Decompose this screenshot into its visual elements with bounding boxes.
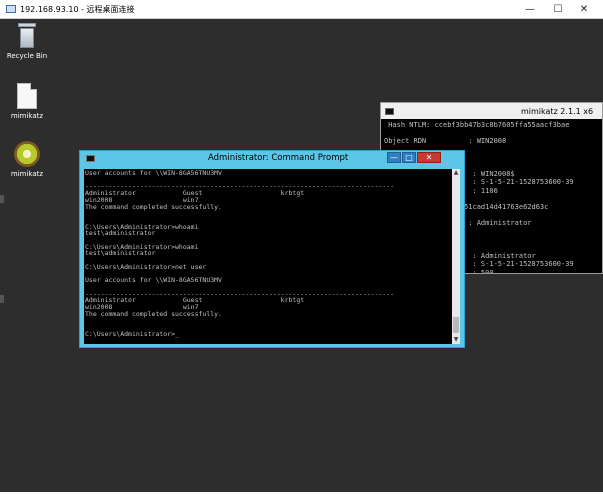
recycle-bin-icon [17, 23, 37, 49]
rdp-minimize-button[interactable]: — [517, 0, 543, 18]
file-icon [17, 83, 37, 109]
desktop-icon-mimikatz-folder[interactable]: mimikatz [2, 83, 52, 120]
desktop-icon-label: mimikatz [10, 112, 44, 120]
command-prompt-window[interactable]: Administrator: Command Prompt — □ ✕ User… [79, 150, 465, 348]
edge-artifact [0, 295, 4, 303]
bottom-strip [0, 492, 603, 500]
rdp-maximize-button[interactable]: ☐ [545, 0, 571, 18]
cmd-title: Administrator: Command Prompt [208, 153, 349, 163]
desktop-icon-mimikatz-exe[interactable]: mimikatz [2, 141, 52, 178]
mimikatz-title: mimikatz 2.1.1 x6 [521, 106, 594, 116]
cmd-minimize-button[interactable]: — [387, 152, 401, 163]
remote-desktop-icon [6, 5, 16, 13]
rdp-title-bar: 192.168.93.10 - 远程桌面连接 — ☐ ✕ [0, 0, 603, 19]
cmd-scrollbar[interactable]: ▲ ▼ [452, 169, 460, 344]
rdp-title: 192.168.93.10 - 远程桌面连接 [20, 4, 135, 14]
desktop-icon-label: Recycle Bin [6, 52, 48, 60]
kiwi-icon [14, 141, 40, 167]
cmd-output: User accounts for \\WIN-8GA56TNU3MV ----… [85, 169, 395, 338]
edge-artifact [0, 195, 4, 203]
scroll-thumb[interactable] [453, 317, 459, 333]
scroll-up-icon[interactable]: ▲ [452, 169, 460, 177]
mimikatz-title-bar[interactable]: mimikatz 2.1.1 x6 [381, 103, 602, 119]
console-icon [385, 107, 394, 115]
desktop-icon-label: mimikatz [10, 170, 44, 178]
desktop-icon-recycle-bin[interactable]: Recycle Bin [2, 23, 52, 60]
rdp-close-button[interactable]: ✕ [571, 0, 597, 18]
console-icon [86, 154, 95, 162]
cmd-close-button[interactable]: ✕ [417, 152, 441, 163]
scroll-down-icon[interactable]: ▼ [452, 336, 460, 344]
cmd-console[interactable]: User accounts for \\WIN-8GA56TNU3MV ----… [84, 169, 452, 344]
cmd-maximize-button[interactable]: □ [402, 152, 416, 163]
